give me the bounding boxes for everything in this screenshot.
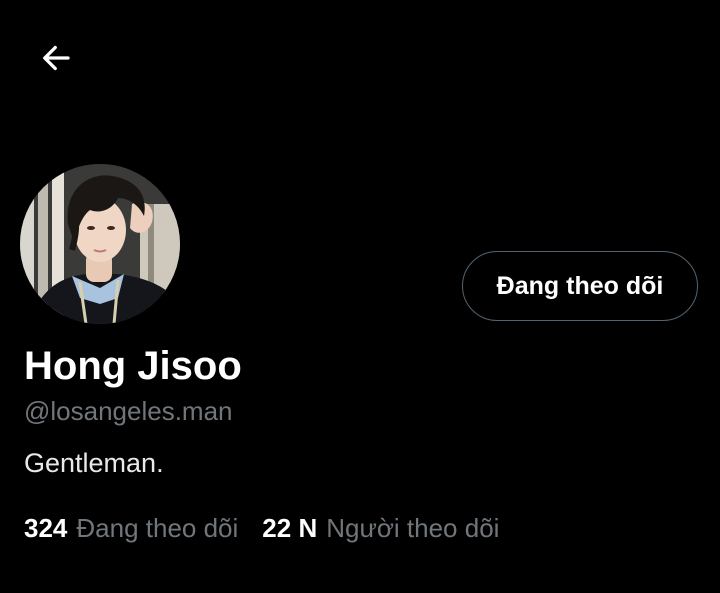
followers-count: 22 N [262,513,318,543]
profile-screen: Đang theo dõi Hong Jisoo @losangeles.man… [0,0,720,593]
user-handle: @losangeles.man [24,396,233,426]
following-count: 324 [24,513,68,543]
display-name: Hong Jisoo [24,344,242,388]
back-button[interactable] [30,32,82,84]
avatar-image [20,164,180,324]
followers-label: Người theo dõi [326,513,500,543]
following-button[interactable]: Đang theo dõi [462,251,698,321]
following-label: Đang theo dõi [76,513,239,543]
followers-stat[interactable]: 22 N Người theo dõi [262,513,499,544]
arrow-left-icon [43,45,70,71]
avatar[interactable] [20,164,180,324]
bio: Gentleman. [24,448,164,478]
profile-stats: 324 Đang theo dõi 22 N Người theo dõi [24,513,499,544]
following-stat[interactable]: 324 Đang theo dõi [24,513,238,544]
